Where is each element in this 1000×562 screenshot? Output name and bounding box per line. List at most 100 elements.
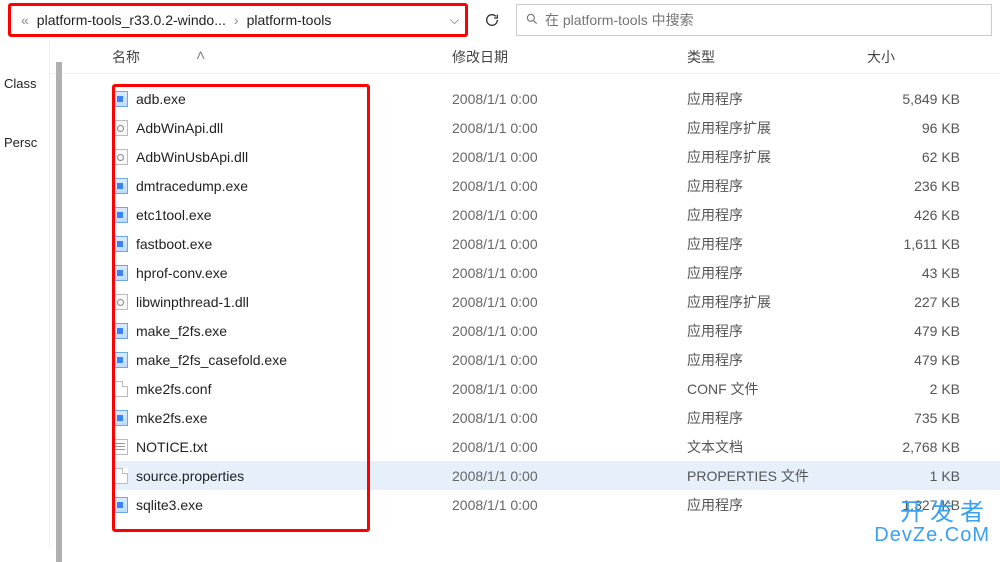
file-name-cell: AdbWinApi.dll	[112, 120, 452, 136]
file-date-cell: 2008/1/1 0:00	[452, 439, 687, 455]
watermark-cn: 开发者	[874, 501, 990, 525]
file-type-cell: 应用程序	[687, 495, 867, 515]
file-size-cell: 43 KB	[867, 265, 1000, 281]
watermark-en: DevZe.CoM	[874, 525, 990, 545]
overflow-chevron-icon[interactable]: «	[17, 12, 33, 28]
file-size-cell: 62 KB	[867, 149, 1000, 165]
column-header-type[interactable]: 类型	[687, 47, 867, 67]
refresh-button[interactable]	[476, 4, 508, 36]
file-type-cell: 应用程序	[687, 321, 867, 341]
exe-file-icon	[112, 265, 128, 281]
file-row[interactable]: mke2fs.exe2008/1/1 0:00应用程序735 KB	[112, 403, 1000, 432]
column-header-name-label: 名称	[112, 47, 140, 67]
file-date-cell: 2008/1/1 0:00	[452, 497, 687, 513]
file-row[interactable]: hprof-conv.exe2008/1/1 0:00应用程序43 KB	[112, 258, 1000, 287]
sort-ascending-icon: ˄	[196, 48, 205, 66]
file-type-cell: 应用程序扩展	[687, 147, 867, 167]
column-header-date[interactable]: 修改日期	[452, 47, 687, 67]
file-row[interactable]: make_f2fs.exe2008/1/1 0:00应用程序479 KB	[112, 316, 1000, 345]
file-name-label: libwinpthread-1.dll	[136, 294, 249, 310]
dll-file-icon	[112, 149, 128, 165]
nav-item[interactable]: Persc	[0, 127, 49, 158]
file-size-cell: 2 KB	[867, 381, 1000, 397]
chevron-right-icon[interactable]: ›	[230, 12, 243, 28]
exe-file-icon	[112, 410, 128, 426]
navigation-pane[interactable]: Class Persc	[0, 40, 50, 547]
file-name-label: adb.exe	[136, 91, 186, 107]
file-name-cell: make_f2fs.exe	[112, 323, 452, 339]
column-header-name[interactable]: 名称 ˄	[112, 47, 452, 67]
file-name-label: NOTICE.txt	[136, 439, 208, 455]
file-row[interactable]: fastboot.exe2008/1/1 0:00应用程序1,611 KB	[112, 229, 1000, 258]
file-size-cell: 426 KB	[867, 207, 1000, 223]
file-size-cell: 1 KB	[867, 468, 1000, 484]
exe-file-icon	[112, 178, 128, 194]
file-name-cell: dmtracedump.exe	[112, 178, 452, 194]
address-dropdown-icon[interactable]: ⌵	[450, 13, 459, 28]
file-row[interactable]: etc1tool.exe2008/1/1 0:00应用程序426 KB	[112, 200, 1000, 229]
file-date-cell: 2008/1/1 0:00	[452, 468, 687, 484]
column-header-size[interactable]: 大小	[867, 47, 1000, 67]
file-name-label: dmtracedump.exe	[136, 178, 248, 194]
file-type-cell: 应用程序扩展	[687, 292, 867, 312]
file-name-cell: source.properties	[112, 468, 452, 484]
file-date-cell: 2008/1/1 0:00	[452, 91, 687, 107]
file-name-label: make_f2fs.exe	[136, 323, 227, 339]
column-headers: 名称 ˄ 修改日期 类型 大小	[50, 40, 1000, 74]
file-name-label: hprof-conv.exe	[136, 265, 228, 281]
breadcrumb-segment-parent[interactable]: platform-tools_r33.0.2-windo...	[33, 12, 230, 28]
exe-file-icon	[112, 497, 128, 513]
file-name-cell: adb.exe	[112, 91, 452, 107]
file-date-cell: 2008/1/1 0:00	[452, 294, 687, 310]
file-type-cell: 应用程序	[687, 350, 867, 370]
exe-file-icon	[112, 91, 128, 107]
file-row[interactable]: sqlite3.exe2008/1/1 0:00应用程序1,327 KB	[112, 490, 1000, 519]
file-row[interactable]: AdbWinApi.dll2008/1/1 0:00应用程序扩展96 KB	[112, 113, 1000, 142]
exe-file-icon	[112, 323, 128, 339]
dll-file-icon	[112, 294, 128, 310]
file-name-label: source.properties	[136, 468, 244, 484]
file-size-cell: 236 KB	[867, 178, 1000, 194]
file-type-cell: 应用程序	[687, 408, 867, 428]
exe-file-icon	[112, 207, 128, 223]
file-date-cell: 2008/1/1 0:00	[452, 120, 687, 136]
file-name-cell: hprof-conv.exe	[112, 265, 452, 281]
file-date-cell: 2008/1/1 0:00	[452, 352, 687, 368]
file-row[interactable]: AdbWinUsbApi.dll2008/1/1 0:00应用程序扩展62 KB	[112, 142, 1000, 171]
file-date-cell: 2008/1/1 0:00	[452, 265, 687, 281]
search-input[interactable]	[545, 12, 983, 28]
file-name-label: sqlite3.exe	[136, 497, 203, 513]
file-row[interactable]: make_f2fs_casefold.exe2008/1/1 0:00应用程序4…	[112, 345, 1000, 374]
file-type-cell: CONF 文件	[687, 379, 867, 399]
file-name-label: AdbWinUsbApi.dll	[136, 149, 248, 165]
file-row[interactable]: mke2fs.conf2008/1/1 0:00CONF 文件2 KB	[112, 374, 1000, 403]
file-type-cell: 应用程序	[687, 234, 867, 254]
file-name-cell: etc1tool.exe	[112, 207, 452, 223]
file-list-area: 名称 ˄ 修改日期 类型 大小 adb.exe2008/1/1 0:00应用程序…	[50, 40, 1000, 547]
txt-file-icon	[112, 439, 128, 455]
file-name-cell: AdbWinUsbApi.dll	[112, 149, 452, 165]
file-size-cell: 5,849 KB	[867, 91, 1000, 107]
file-row[interactable]: adb.exe2008/1/1 0:00应用程序5,849 KB	[112, 84, 1000, 113]
file-date-cell: 2008/1/1 0:00	[452, 410, 687, 426]
refresh-icon	[484, 12, 500, 28]
file-date-cell: 2008/1/1 0:00	[452, 236, 687, 252]
file-type-cell: 应用程序	[687, 205, 867, 225]
search-box[interactable]	[516, 4, 992, 36]
search-icon	[525, 12, 539, 29]
file-name-cell: make_f2fs_casefold.exe	[112, 352, 452, 368]
exe-file-icon	[112, 352, 128, 368]
nav-item[interactable]: Class	[0, 68, 49, 99]
generic-file-icon	[112, 468, 128, 484]
main-area: Class Persc 名称 ˄ 修改日期 类型 大小 adb.exe 2008/…	[0, 40, 1000, 547]
toolbar: « platform-tools_r33.0.2-windo... › plat…	[0, 0, 1000, 40]
exe-file-icon	[112, 236, 128, 252]
file-row[interactable]: source.properties2008/1/1 0:00PROPERTIES…	[112, 461, 1000, 490]
file-row[interactable]: dmtracedump.exe2008/1/1 0:00应用程序236 KB	[112, 171, 1000, 200]
breadcrumb-segment-current[interactable]: platform-tools	[243, 12, 336, 28]
file-name-label: make_f2fs_casefold.exe	[136, 352, 287, 368]
file-row[interactable]: libwinpthread-1.dll2008/1/1 0:00应用程序扩展22…	[112, 287, 1000, 316]
address-bar[interactable]: « platform-tools_r33.0.2-windo... › plat…	[8, 3, 468, 37]
scrollbar-track[interactable]	[56, 62, 62, 562]
file-row[interactable]: NOTICE.txt2008/1/1 0:00文本文档2,768 KB	[112, 432, 1000, 461]
